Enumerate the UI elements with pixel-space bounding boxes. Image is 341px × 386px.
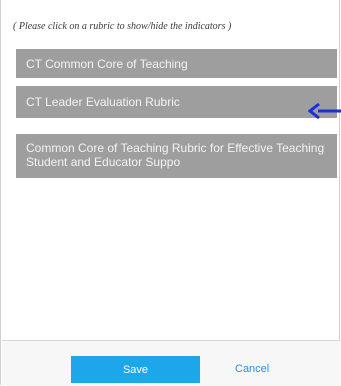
rubric-label: Common Core of Teaching Rubric for Effec…: [26, 141, 325, 169]
rubric-item-common-core-effective-teaching[interactable]: Common Core of Teaching Rubric for Effec…: [16, 134, 337, 178]
arrow-left-icon: [308, 102, 341, 120]
rubric-item-ct-leader-evaluation[interactable]: CT Leader Evaluation Rubric: [16, 86, 337, 118]
rubric-label: CT Leader Evaluation Rubric: [26, 95, 180, 109]
dialog-footer: Save Cancel: [2, 340, 340, 386]
rubric-label: CT Common Core of Teaching: [26, 56, 188, 71]
cancel-button[interactable]: Cancel: [235, 363, 269, 375]
rubric-item-ct-common-core[interactable]: CT Common Core of Teaching: [16, 49, 337, 78]
rubric-selection-panel: ( Please click on a rubric to show/hide …: [0, 0, 340, 386]
instruction-text: ( Please click on a rubric to show/hide …: [13, 21, 232, 32]
save-button[interactable]: Save: [71, 356, 200, 383]
